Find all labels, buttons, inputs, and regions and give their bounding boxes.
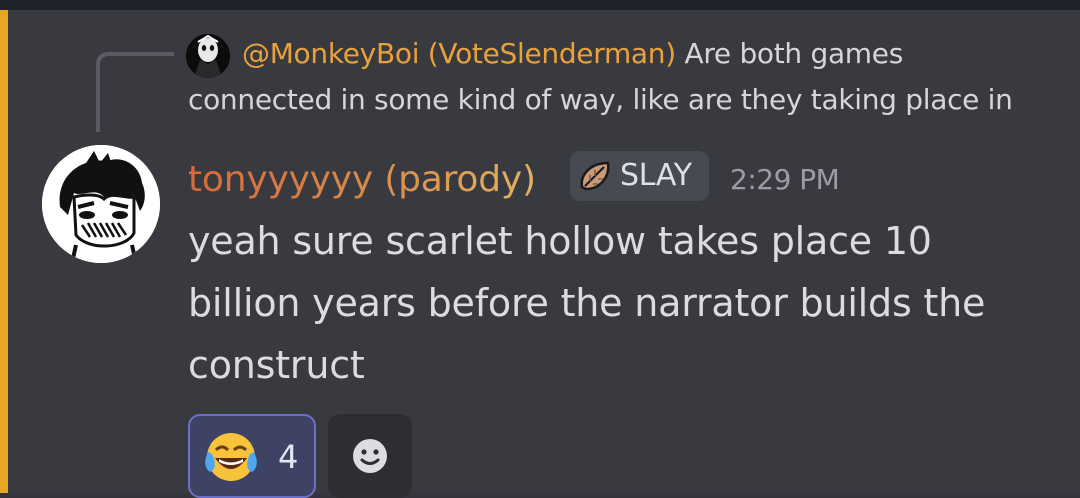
reaction-button[interactable]: 4 [188, 414, 316, 498]
reply-preview-line1[interactable]: @MonkeyBoi (VoteSlenderman) Are both gam… [242, 34, 903, 74]
message-item[interactable]: @MonkeyBoi (VoteSlenderman) Are both gam… [8, 10, 1080, 498]
top-edge-bar [0, 0, 1080, 10]
add-reaction-button[interactable] [328, 414, 412, 498]
reaction-count: 4 [278, 438, 299, 476]
reply-author-name[interactable]: @MonkeyBoi (VoteSlenderman) [242, 37, 676, 70]
reply-preview-line2: connected in some kind of way, like are … [188, 83, 1013, 116]
user-avatar-icon[interactable] [42, 145, 160, 263]
face-with-tears-of-joy-icon [205, 433, 257, 481]
role-tag-label: SLAY [620, 158, 692, 193]
message-timestamp[interactable]: 2:29 PM [730, 158, 840, 202]
reply-preview-text: Are both games [684, 37, 903, 70]
mention-highlight-bar [0, 10, 8, 493]
message-content: yeah sure scarlet hollow takes place 10 … [188, 219, 986, 387]
role-tag-badge[interactable]: SLAY [570, 151, 709, 201]
add-reaction-icon [353, 439, 387, 473]
leaf-badge-icon [580, 161, 610, 191]
reply-connector-line [96, 52, 174, 132]
reply-author-avatar-icon[interactable] [186, 34, 230, 78]
message-username[interactable]: tonyyyyyy (parody) [188, 155, 536, 205]
